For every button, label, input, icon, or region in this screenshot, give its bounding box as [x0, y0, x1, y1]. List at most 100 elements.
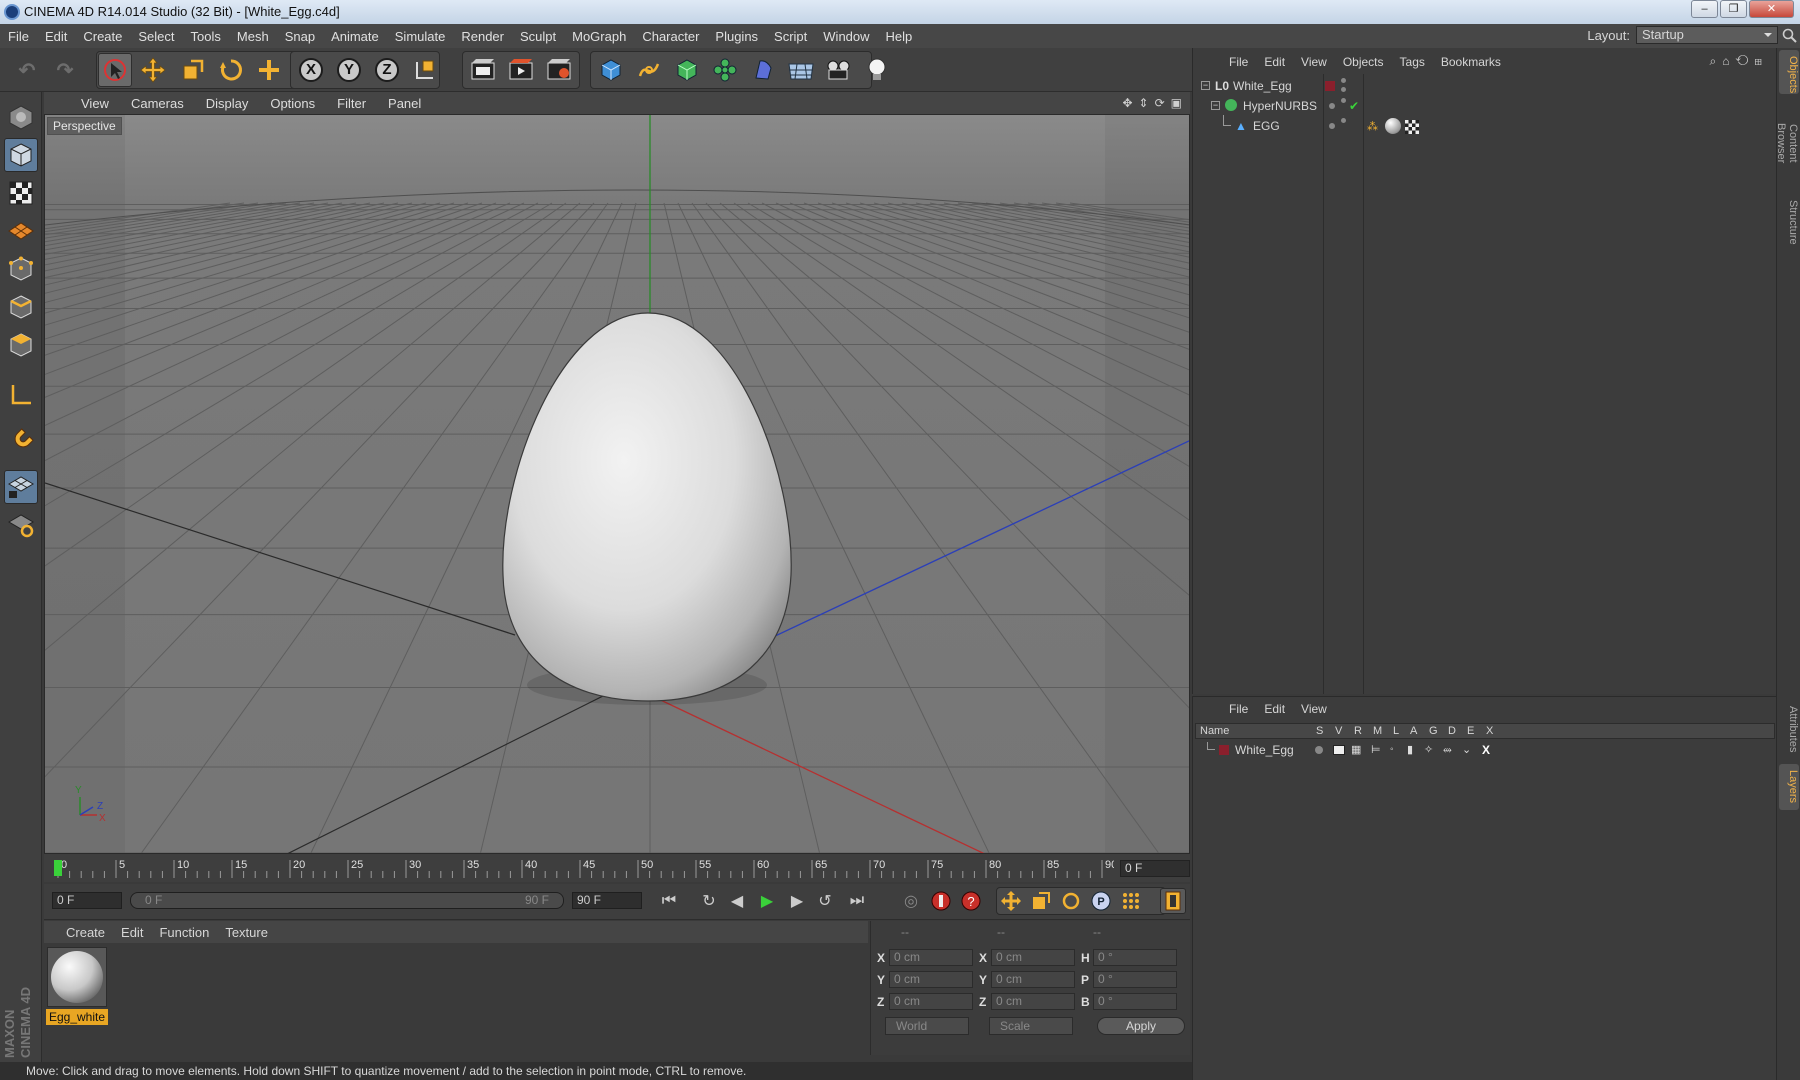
- previous-key-icon[interactable]: ↻: [696, 888, 722, 914]
- tab-structure[interactable]: Structure: [1779, 192, 1799, 252]
- edges-mode-icon[interactable]: [4, 290, 38, 324]
- workplane-mode-icon[interactable]: [4, 214, 38, 248]
- column-deformers[interactable]: D: [1448, 725, 1456, 737]
- column-view[interactable]: V: [1335, 725, 1342, 737]
- size-x-field[interactable]: 0 cm: [991, 949, 1075, 966]
- menu-edit[interactable]: Edit: [37, 29, 75, 44]
- viewport-menu-options[interactable]: Options: [259, 96, 326, 111]
- menu-snap[interactable]: Snap: [277, 29, 323, 44]
- menu-mograph[interactable]: MoGraph: [564, 29, 634, 44]
- go-to-start-icon[interactable]: ⏮: [656, 888, 682, 914]
- size-mode-dropdown[interactable]: Scale: [989, 1017, 1073, 1035]
- scale-tool-icon[interactable]: [176, 53, 210, 87]
- rotation-b-field[interactable]: 0 °: [1093, 993, 1177, 1010]
- render-settings-icon[interactable]: [542, 53, 576, 87]
- undo-icon[interactable]: ↶: [10, 53, 44, 87]
- menu-simulate[interactable]: Simulate: [387, 29, 454, 44]
- menu-animate[interactable]: Animate: [323, 29, 387, 44]
- layers-menu-file[interactable]: File: [1221, 702, 1256, 716]
- key-point-level-icon[interactable]: [1118, 888, 1144, 914]
- menu-help[interactable]: Help: [878, 29, 921, 44]
- position-z-field[interactable]: 0 cm: [889, 993, 973, 1010]
- search-icon[interactable]: ⌕: [1710, 54, 1723, 68]
- objects-menu-bookmarks[interactable]: Bookmarks: [1433, 55, 1509, 69]
- previous-frame-icon[interactable]: ◀: [724, 888, 750, 914]
- column-locked[interactable]: L: [1393, 725, 1399, 737]
- column-manager[interactable]: M: [1373, 725, 1382, 737]
- column-generators[interactable]: G: [1429, 725, 1438, 737]
- visibility-editor-dot[interactable]: [1341, 78, 1346, 83]
- rotate-view-icon[interactable]: ⟳: [1155, 96, 1165, 110]
- column-expressions[interactable]: E: [1467, 725, 1474, 737]
- menu-plugins[interactable]: Plugins: [707, 29, 766, 44]
- menu-render[interactable]: Render: [453, 29, 512, 44]
- visibility-render-dot[interactable]: [1341, 87, 1346, 92]
- menu-select[interactable]: Select: [130, 29, 182, 44]
- material-menu-edit[interactable]: Edit: [113, 925, 151, 940]
- playhead[interactable]: [54, 860, 62, 876]
- menu-create[interactable]: Create: [75, 29, 130, 44]
- layer-color-swatch[interactable]: [1219, 745, 1229, 755]
- menu-window[interactable]: Window: [815, 29, 877, 44]
- polygons-mode-icon[interactable]: [4, 328, 38, 362]
- next-key-icon[interactable]: ↺: [812, 888, 838, 914]
- rotate-tool-icon[interactable]: [214, 53, 248, 87]
- cube-object-icon[interactable]: [594, 53, 628, 87]
- objects-menu-edit[interactable]: Edit: [1256, 55, 1293, 69]
- tab-content-browser[interactable]: Content Browser: [1775, 98, 1799, 188]
- viewport-menu-display[interactable]: Display: [195, 96, 260, 111]
- play-forward-icon[interactable]: ▶: [754, 888, 780, 914]
- manager-tree-icon[interactable]: ⊨: [1371, 741, 1381, 759]
- autokeying-icon[interactable]: [928, 888, 954, 914]
- subdivision-surface-icon[interactable]: [670, 53, 704, 87]
- rotation-p-field[interactable]: 0 °: [1093, 971, 1177, 988]
- keyframe-selection-icon[interactable]: ?: [958, 888, 984, 914]
- deformer-icon[interactable]: ⥈: [1443, 741, 1452, 759]
- make-editable-icon[interactable]: [4, 100, 38, 134]
- lock-icon[interactable]: ◦: [1390, 741, 1394, 759]
- texture-mode-icon[interactable]: [4, 176, 38, 210]
- position-y-field[interactable]: 0 cm: [889, 971, 973, 988]
- column-xref[interactable]: X: [1486, 725, 1493, 737]
- visibility-editor-dot[interactable]: [1341, 98, 1346, 103]
- material-menu-texture[interactable]: Texture: [217, 925, 276, 940]
- viewport-menu-panel[interactable]: Panel: [377, 96, 432, 111]
- menu-tools[interactable]: Tools: [183, 29, 229, 44]
- floor-environment-icon[interactable]: [784, 53, 818, 87]
- toggle-layout-icon[interactable]: ▣: [1171, 96, 1182, 110]
- enabled-check-icon[interactable]: ✔: [1349, 96, 1359, 116]
- layer-row[interactable]: White_Egg ▦ ⊨ ◦ ▮ ✧ ⥈ ⌄ X: [1193, 741, 1777, 759]
- current-frame-field[interactable]: 0 F: [1120, 860, 1190, 877]
- collapse-toggle[interactable]: −: [1201, 81, 1210, 90]
- menu-character[interactable]: Character: [634, 29, 707, 44]
- objects-menu-objects[interactable]: Objects: [1335, 55, 1392, 69]
- material-menu-create[interactable]: Create: [58, 925, 113, 940]
- phong-tag-icon[interactable]: ⁂: [1367, 117, 1378, 137]
- camera-object-icon[interactable]: [822, 53, 856, 87]
- y-axis-lock-icon[interactable]: Y: [332, 53, 366, 87]
- render-clapper-icon[interactable]: ▦: [1351, 741, 1361, 759]
- solo-toggle[interactable]: [1315, 746, 1323, 754]
- go-to-end-icon[interactable]: ⏭: [844, 888, 870, 914]
- menu-file[interactable]: File: [0, 29, 37, 44]
- objects-menu-view[interactable]: View: [1293, 55, 1335, 69]
- menu-script[interactable]: Script: [766, 29, 815, 44]
- column-render[interactable]: R: [1354, 725, 1362, 737]
- cloner-mograph-icon[interactable]: [708, 53, 742, 87]
- x-axis-lock-icon[interactable]: X: [294, 53, 328, 87]
- animation-film-icon[interactable]: ▮: [1407, 741, 1413, 759]
- viewport-menu-view[interactable]: View: [70, 96, 120, 111]
- planar-workplane-icon[interactable]: [4, 508, 38, 542]
- column-name[interactable]: Name: [1200, 725, 1229, 737]
- move-tool-icon[interactable]: [136, 53, 170, 87]
- maximize-button[interactable]: ❐: [1720, 0, 1747, 18]
- pan-view-icon[interactable]: ✥: [1122, 96, 1132, 110]
- z-axis-lock-icon[interactable]: Z: [370, 53, 404, 87]
- object-row[interactable]: − L0 White_Egg: [1193, 76, 1777, 96]
- timeline-window-icon[interactable]: [1160, 888, 1186, 914]
- rotation-h-field[interactable]: 0 °: [1093, 949, 1177, 966]
- tab-attributes[interactable]: Attributes: [1779, 698, 1799, 760]
- coordinate-mode-dropdown[interactable]: World: [885, 1017, 969, 1035]
- next-frame-icon[interactable]: ▶: [784, 888, 810, 914]
- menu-sculpt[interactable]: Sculpt: [512, 29, 564, 44]
